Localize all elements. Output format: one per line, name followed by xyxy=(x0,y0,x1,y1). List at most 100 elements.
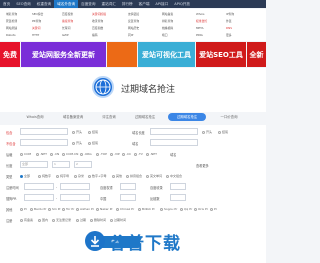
china-input[interactable] xyxy=(120,194,136,201)
length-end-option[interactable]: 结尾 xyxy=(218,130,228,134)
type-option[interactable]: 数字+字母 xyxy=(88,174,107,178)
nav-item-home[interactable]: 首页 xyxy=(0,0,13,8)
register-option[interactable]: 国内 xyxy=(38,218,48,222)
type-option[interactable]: 中文组合 xyxy=(166,174,182,178)
quick-link[interactable]: SEO综合 xyxy=(32,12,43,16)
quick-link[interactable]: 外链 xyxy=(226,19,232,23)
nav-item-apiq[interactable]: APIQ开放 xyxy=(171,0,193,8)
type-option[interactable]: 纯字母 xyxy=(56,174,69,178)
suffix-option[interactable]: .TOP xyxy=(96,152,107,156)
nav-item-domain[interactable]: 域名外查询 xyxy=(54,0,79,8)
more-link[interactable]: 查看更多 xyxy=(196,163,209,168)
quick-link[interactable]: 网站备案 xyxy=(162,12,173,16)
quick-link[interactable]: 友情链接 xyxy=(128,12,139,16)
register-option[interactable]: 过期 xyxy=(76,218,86,222)
type-option[interactable]: 其他 xyxy=(112,174,122,178)
ad-banner[interactable]: 爱站SEO工具 xyxy=(196,42,246,67)
other-option[interactable]: Pr xyxy=(210,207,217,211)
suffix-option[interactable]: COM xyxy=(20,152,31,156)
nav-item-baidu[interactable]: 百度查询 xyxy=(78,0,98,8)
quick-link[interactable]: IP查询 xyxy=(226,12,234,16)
sogou-pr-to[interactable] xyxy=(60,194,90,201)
other-option[interactable]: Bilibili Pr xyxy=(138,207,155,211)
quick-link[interactable]: 网站测速 xyxy=(6,26,17,30)
other-option[interactable]: Oris Pr xyxy=(194,207,208,211)
other-option[interactable]: Chinaz Pr xyxy=(116,207,134,211)
quick-link[interactable]: PING xyxy=(196,33,203,37)
nav-item-api[interactable]: API接口 xyxy=(152,0,171,8)
other-option[interactable]: Naker Pr xyxy=(96,207,113,211)
tab-expired-2[interactable]: 过期域名抢注 xyxy=(168,113,206,121)
suffix-option[interactable]: .NET xyxy=(36,152,47,156)
quick-link[interactable]: META xyxy=(196,26,204,30)
tab-icp[interactable]: 域名备案查询 xyxy=(56,113,90,121)
other-option[interactable]: Aizhan Pr xyxy=(76,207,94,211)
quick-link[interactable]: 反链查询 xyxy=(128,19,139,23)
length-from-select[interactable]: 1 xyxy=(52,161,70,168)
suffix-option[interactable]: COM.CN xyxy=(62,152,78,156)
quick-link[interactable]: 蜘蛛模拟 xyxy=(162,26,173,30)
type-option-all[interactable]: 全部 xyxy=(20,174,30,178)
quick-link[interactable]: 排名查询 xyxy=(162,19,173,23)
sogou-pr-from[interactable] xyxy=(24,194,54,201)
suffix-option[interactable]: .CN xyxy=(50,152,59,156)
exclude-end-option[interactable]: 结尾 xyxy=(88,141,98,145)
reg-time-from[interactable] xyxy=(24,183,54,190)
register-option[interactable]: 有备案 xyxy=(20,218,33,222)
quick-link[interactable]: 百度指数 xyxy=(92,26,103,30)
quick-link[interactable]: Robots xyxy=(6,33,16,37)
quick-link[interactable]: 同IP xyxy=(128,33,133,37)
ad-banner[interactable]: 爱站可视化工具 xyxy=(138,42,195,67)
ad-banner[interactable]: 爱站网服务全新更新 xyxy=(21,42,106,67)
quick-link[interactable]: 编码 xyxy=(92,33,98,37)
suffix-option[interactable]: .ORG xyxy=(80,152,92,156)
quick-link[interactable]: 域名查询 xyxy=(6,12,17,16)
suffix-option[interactable]: .CC xyxy=(122,152,131,156)
baidu-weight-input[interactable] xyxy=(120,183,136,190)
quick-link[interactable]: 百度权重 xyxy=(62,12,73,16)
quick-link[interactable]: 死链检测 xyxy=(6,19,17,23)
nav-item-weight[interactable]: 权重查询 xyxy=(34,0,54,8)
other-option[interactable]: Sogou Pr xyxy=(160,207,177,211)
include-input[interactable] xyxy=(20,128,68,135)
register-option[interactable]: 无注册记录 xyxy=(52,218,71,222)
nav-item-rank[interactable]: 排行榜 xyxy=(119,0,136,8)
include-start-option[interactable]: 开头 xyxy=(72,130,82,134)
reg-time-to[interactable] xyxy=(60,183,90,190)
ad-banner[interactable]: 全新 xyxy=(247,42,266,67)
other-option[interactable]: Tor Pr xyxy=(62,207,74,211)
tab-expired-1[interactable]: 过期域名抢注 xyxy=(128,113,162,121)
baidu-index-input[interactable] xyxy=(170,183,186,190)
quick-link[interactable]: 关键词挖掘 xyxy=(92,12,106,16)
length-to-select[interactable]: 2 xyxy=(74,161,92,168)
backlinks-input[interactable] xyxy=(170,194,186,201)
quick-link[interactable]: GZIP xyxy=(62,33,69,37)
other-option[interactable]: Sm Pr xyxy=(48,207,61,211)
quick-link[interactable]: DNS xyxy=(226,26,232,30)
suffix-option[interactable]: .TV xyxy=(134,152,143,156)
register-option[interactable]: 过期时间 xyxy=(110,218,126,222)
type-option[interactable]: 英文单词 xyxy=(146,174,162,178)
type-option[interactable]: 杂米 xyxy=(74,174,84,178)
tab-whois[interactable]: Whois查询 xyxy=(20,113,50,121)
quick-link[interactable]: 网站历史 xyxy=(128,26,139,30)
quick-link[interactable]: HTTP xyxy=(32,33,39,37)
exclude-input[interactable] xyxy=(20,139,68,146)
nav-item-client[interactable]: 客户端 xyxy=(136,0,153,8)
suffix-option[interactable]: .NET xyxy=(146,152,157,156)
suffix-option[interactable]: .VIP xyxy=(110,152,120,156)
quick-link[interactable]: 关键词 xyxy=(32,26,40,30)
nav-item-words[interactable]: 重站词汇 xyxy=(98,0,118,8)
quick-link[interactable]: 长尾词 xyxy=(62,26,70,30)
length-start-option[interactable]: 开头 xyxy=(202,130,212,134)
domain-input[interactable] xyxy=(150,139,198,146)
other-option[interactable]: Baidu Pr xyxy=(30,207,46,211)
nav-item-seo[interactable]: SEO查询 xyxy=(13,0,34,8)
quick-link[interactable]: PR查询 xyxy=(32,19,41,23)
quick-link[interactable]: 端口 xyxy=(162,33,168,37)
ad-banner[interactable]: 免费 xyxy=(0,42,20,67)
quick-link[interactable]: 更多 xyxy=(226,33,232,37)
other-option[interactable]: Pr xyxy=(20,207,27,211)
type-option[interactable]: 纯数字 xyxy=(38,174,51,178)
include-end-option[interactable]: 结尾 xyxy=(88,130,98,134)
